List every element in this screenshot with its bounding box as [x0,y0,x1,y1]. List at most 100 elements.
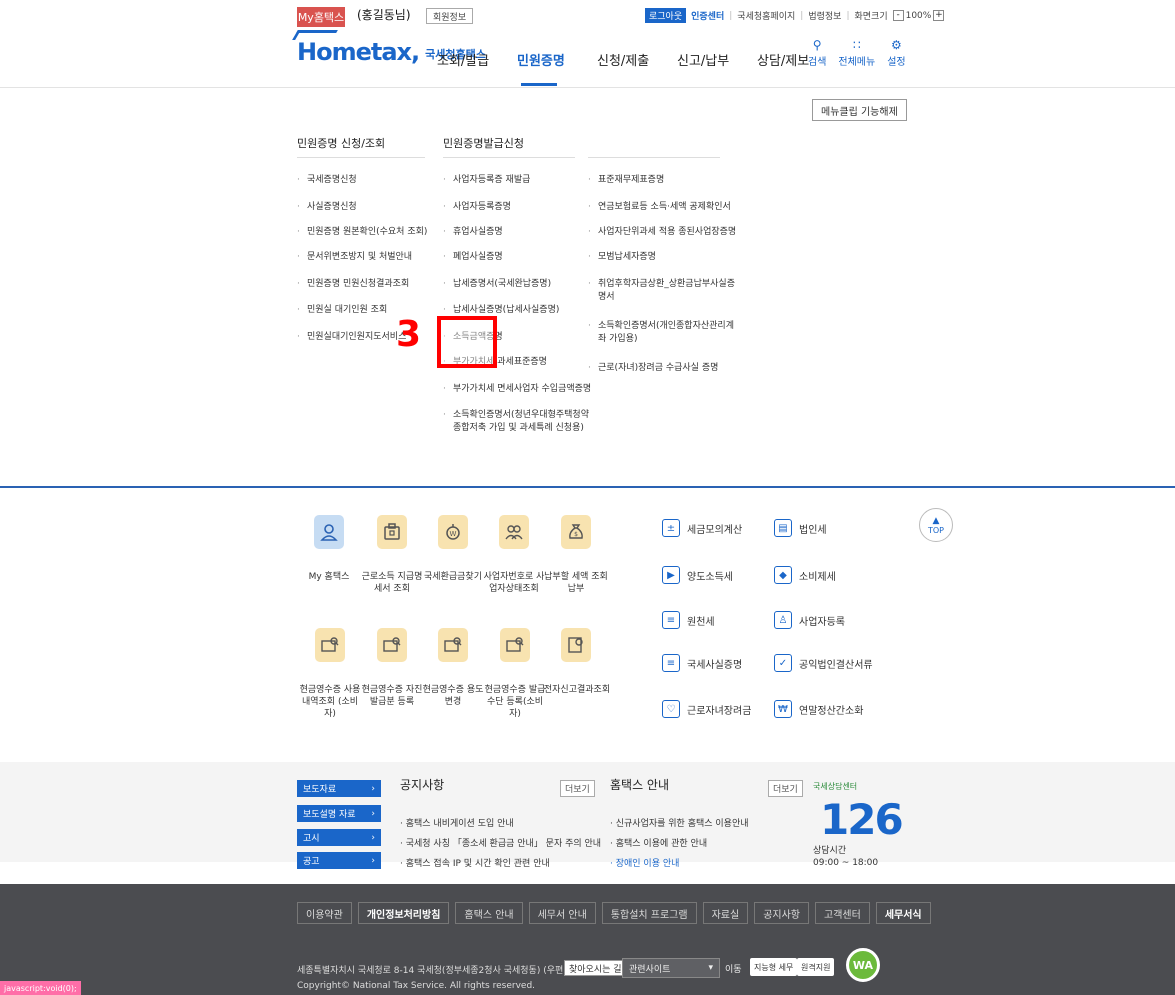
tab-notice[interactable]: 고시 › [297,829,381,846]
quick-tax-payment[interactable]: $ [561,515,591,549]
menu-item[interactable]: 사업자단위과세 적용 종된사업장증명 [588,226,736,239]
menu-item[interactable]: 민원실 대기인원 조회 [297,304,387,317]
tax-link-simulation[interactable]: ± 세금모의계산 [662,519,742,537]
quick-cash-receipt-change[interactable] [438,628,468,662]
footer-link-support[interactable]: 고객센터 [815,902,870,924]
consult-center-number: 126 [820,795,904,844]
notice-more-button[interactable]: 더보기 [560,780,595,797]
quick-e-filing-result[interactable] [561,628,591,662]
menu-item[interactable]: 폐업사실증명 [443,251,503,264]
menu-item[interactable]: 민원실대기인원지도서비스 [297,331,406,344]
nts-homepage-link[interactable]: 국세청홈페이지 [737,9,795,22]
guide-item[interactable]: · 장애인 이용 안내 [610,856,679,869]
guide-title: 홈택스 안내 [610,778,670,792]
tax-link-earned-income[interactable]: ♡ 근로자녀장려금 [662,700,751,718]
settings-button[interactable]: ⚙ 설정 [887,38,905,68]
menu-item[interactable]: 사업자등록증명 [443,201,511,214]
users-icon [499,515,529,549]
tab-press-explain[interactable]: 보도설명 자료 › [297,805,381,822]
menu-item[interactable]: 소득확인증명서(청년우대형주택청약 종합저축 가입 및 과세특례 신청용) [443,409,593,435]
footer-link-install[interactable]: 통합설치 프로그램 [601,902,697,924]
tax-link-fact-cert[interactable]: ≡ 국세사실증명 [662,654,742,672]
guide-more-button[interactable]: 더보기 [768,780,803,797]
guide-item[interactable]: · 홈택스 이용에 관한 안내 [610,836,707,849]
member-info-button[interactable]: 회원정보 [426,8,474,24]
grid-icon: ∷ [852,38,861,52]
scroll-top-button[interactable]: ▲ TOP [919,508,953,542]
guide-item[interactable]: · 신규사업자를 위한 홈택스 이용안내 [610,816,749,829]
person-icon [314,515,344,549]
menu-clip-toggle[interactable]: 메뉴클립 기능해제 [812,99,907,121]
menu-item[interactable]: 근로(자녀)장려금 수급사실 증명 [588,362,718,375]
footer-link-guide[interactable]: 홈택스 안내 [455,902,523,924]
nav-inquiry[interactable]: 조회/발급 [437,50,517,69]
menu-item[interactable]: 연금보험료등 소득·세액 공제확인서 [588,201,731,214]
law-info-link[interactable]: 법령정보 [808,9,841,22]
menu-item[interactable]: 표준재무제표증명 [588,174,664,187]
logout-button[interactable]: 로그아웃 [645,8,687,23]
menu-item[interactable]: 사실증명신청 [297,201,357,214]
related-sites-select[interactable]: 관련사이트 ▾ [622,958,720,978]
quick-refund-search[interactable]: W [438,515,468,549]
footer-link-library[interactable]: 자료실 [702,902,749,924]
menu-item[interactable]: 사업자등록증 재발급 [443,174,530,187]
menu-item[interactable]: 국세증명신청 [297,174,357,187]
section-divider [0,486,1175,488]
footer-link-tax-office[interactable]: 세무서 안내 [528,902,596,924]
menu-item[interactable]: 민원증명 민원신청결과조회 [297,278,409,291]
receipt-search-icon [438,628,468,662]
footer-link-notice[interactable]: 공지사항 [754,902,809,924]
footer-link-terms[interactable]: 이용약관 [297,902,352,924]
tab-press-release[interactable]: 보도자료 › [297,780,381,797]
tax-link-transfer[interactable]: ▶ 양도소득세 [662,566,733,584]
quick-cash-receipt-means[interactable] [500,628,530,662]
menu-item[interactable]: 민원증명 원본확인(수요처 조회) [297,226,427,239]
wallet-icon [377,515,407,549]
quick-cash-receipt-register[interactable] [377,628,407,662]
footer-link-tax-forms[interactable]: 세무서식 [875,902,931,924]
quick-label: 현금영수증 용도변경 [422,685,484,707]
notice-item[interactable]: · 국세청 사칭 「종소세 환급금 안내」 문자 주의 안내 [400,836,601,849]
tax-link-consumption[interactable]: ◆ 소비제세 [774,566,836,584]
tax-link-withholding[interactable]: ≡ 원천세 [662,611,715,629]
quick-my-hometax[interactable] [314,515,344,549]
menu-item[interactable]: 모범납세자증명 [588,251,656,264]
menu-item[interactable]: 휴업사실증명 [443,226,503,239]
quick-wage-statement[interactable] [377,515,407,549]
mega-col1-title: 민원증명 신청/조회 [297,137,386,150]
tax-link-public-corp[interactable]: ✓ 공익법인결산서류 [774,654,873,672]
zoom-out-button[interactable]: - [892,10,904,21]
zoom-in-button[interactable]: + [933,10,945,21]
notice-item[interactable]: · 홈택스 접속 IP 및 시간 확인 관련 안내 [400,856,550,869]
go-button[interactable]: 이동 [725,962,742,975]
menu-item[interactable]: 문서위변조방지 및 처벌안내 [297,251,412,264]
quick-business-status[interactable] [499,515,529,549]
quick-label: 사업자번호로 사업자상태조회 [483,572,545,594]
menu-item[interactable]: 부가가치세 면세사업자 수입금액증명 [443,383,591,396]
menu-item[interactable]: 소득확인증명서(개인종합자산관리계좌 가입용) [588,320,738,346]
menu-item[interactable]: 납세증명서(국세완납증명) [443,278,551,291]
heart-icon: ♡ [662,700,680,718]
tax-link-corporate[interactable]: ▤ 법인세 [774,519,827,537]
search-button[interactable]: ⚲ 검색 [808,38,826,68]
cert-center-link[interactable]: 인증센터 [691,9,724,22]
my-hometax-button[interactable]: My홈택스 [297,7,345,27]
directions-button[interactable]: 찾아오시는 길 [564,960,627,976]
menu-item[interactable]: 취업후학자금상환_상환금납부사실증명서 [588,278,738,304]
nav-civil-certificate[interactable]: 민원증명 [517,50,597,86]
svg-text:$: $ [574,531,578,538]
remote-support-badge[interactable]: 원격지원 [797,958,835,976]
all-menu-button[interactable]: ∷ 전체메뉴 [838,38,875,68]
tab-announcement[interactable]: 공고 › [297,852,381,869]
quick-label: 현금영수증 사용내역조회 (소비자) [299,685,361,719]
nav-filing[interactable]: 신고/납부 [677,50,757,69]
notice-item[interactable]: · 홈택스 내비게이션 도입 안내 [400,816,514,829]
nav-application[interactable]: 신청/제출 [597,50,677,69]
tax-link-year-end[interactable]: ₩ 연말정산간소화 [774,700,863,718]
smart-tax-badge[interactable]: 지능형 세무 [750,958,798,976]
tax-link-business-reg[interactable]: ♙ 사업자등록 [774,611,845,629]
footer-link-privacy[interactable]: 개인정보처리방침 [357,902,450,924]
main-nav: 조회/발급 민원증명 신청/제출 신고/납부 상담/제보 [437,50,837,86]
step-number: 3 [396,314,422,355]
quick-cash-receipt-usage[interactable] [315,628,345,662]
